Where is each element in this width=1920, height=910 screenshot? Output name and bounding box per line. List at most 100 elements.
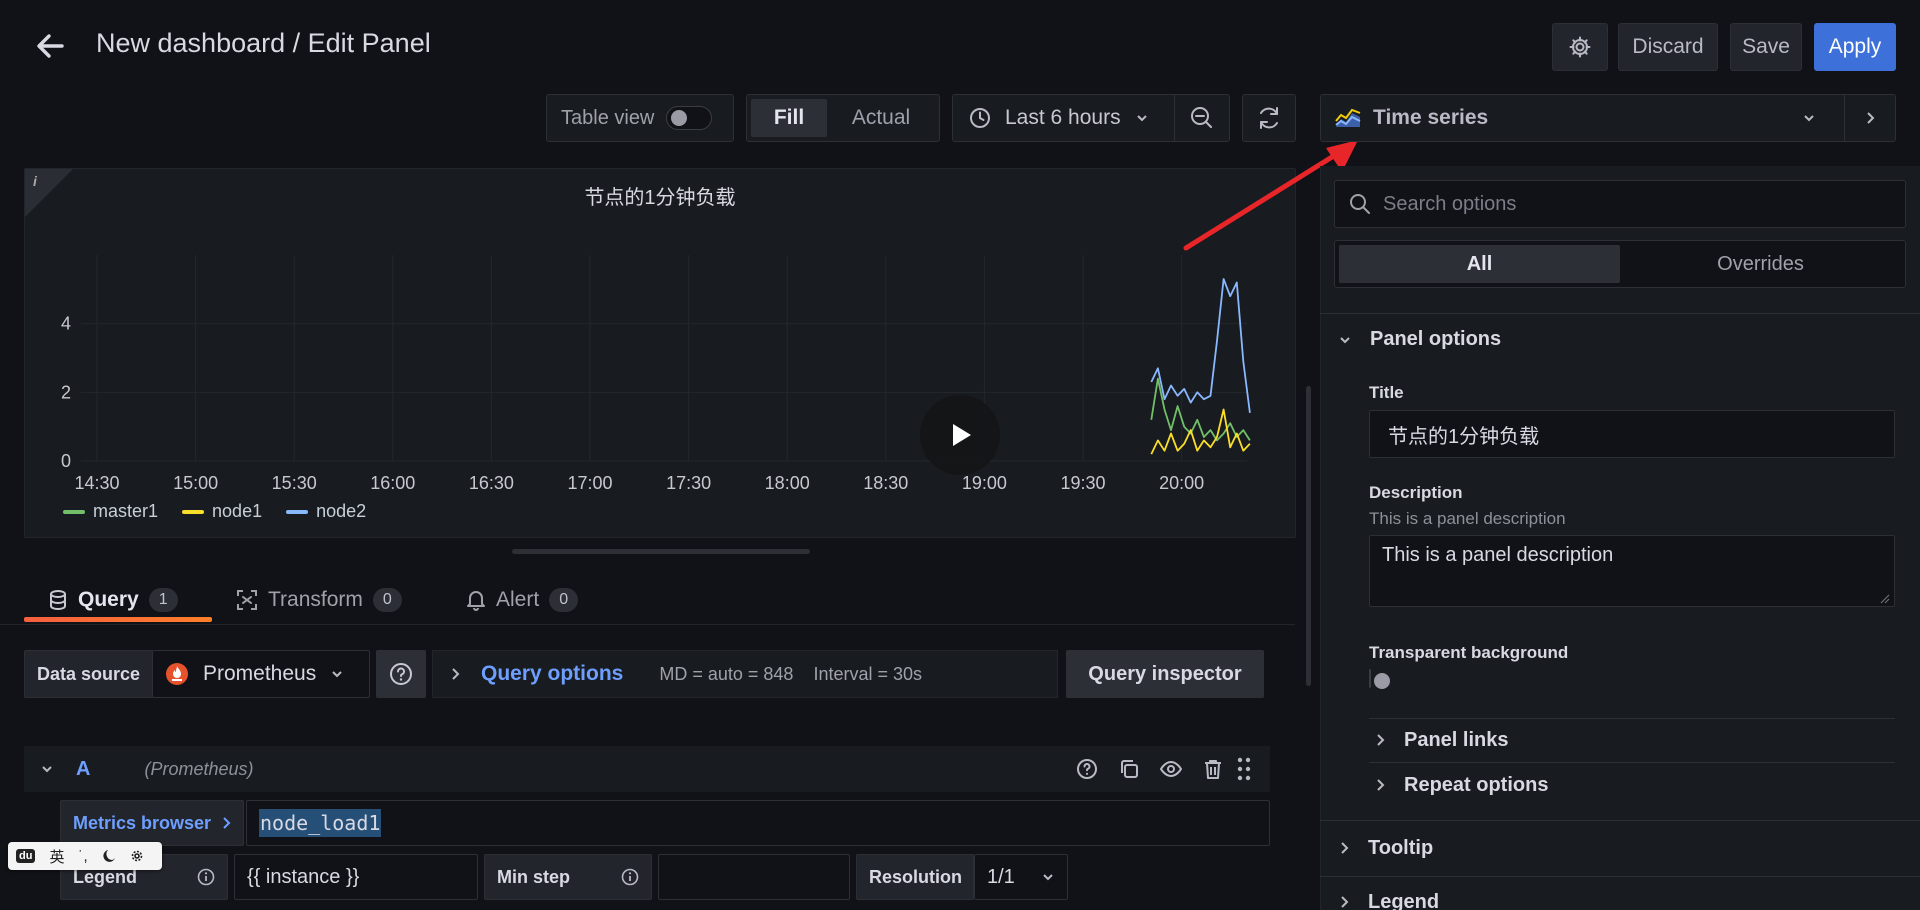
min-step-input[interactable] <box>658 854 850 900</box>
apply-button[interactable]: Apply <box>1814 23 1896 71</box>
repeat-options-section[interactable]: Repeat options <box>1374 773 1548 797</box>
datasource-value: Prometheus <box>203 662 317 685</box>
x-tick-label: 16:00 <box>370 473 415 493</box>
moon-icon[interactable] <box>102 849 116 863</box>
eye-icon[interactable] <box>1160 758 1182 780</box>
bell-icon <box>467 591 485 611</box>
legend-swatch <box>63 509 85 514</box>
search-options-input[interactable]: Search options <box>1334 180 1906 228</box>
all-options-tab[interactable]: All <box>1339 245 1620 283</box>
query-inspector-button[interactable]: Query inspector <box>1066 650 1264 698</box>
help-icon[interactable] <box>1076 758 1098 780</box>
tab-transform[interactable]: Transform 0 <box>236 580 402 620</box>
actual-option[interactable]: Actual <box>827 99 935 137</box>
discard-button[interactable]: Discard <box>1618 23 1718 71</box>
legend-item-node1[interactable]: node1 <box>182 501 262 522</box>
legend-label: node1 <box>212 501 263 521</box>
panel-resize-handle[interactable] <box>512 549 810 554</box>
datasource-select[interactable]: Prometheus <box>152 650 370 698</box>
clock-icon <box>970 108 990 128</box>
gear-icon[interactable] <box>130 849 144 863</box>
back-button[interactable] <box>28 24 72 68</box>
legend-section[interactable]: Legend <box>1338 890 1439 910</box>
resolution-select[interactable]: 1/1 <box>974 854 1068 900</box>
resize-grip-icon <box>1880 594 1890 604</box>
drag-handle-icon[interactable] <box>1236 756 1252 782</box>
panel-links-section[interactable]: Panel links <box>1374 728 1509 752</box>
resolution-value: 1/1 <box>987 865 1015 888</box>
transparent-bg-label: Transparent background <box>1369 643 1569 662</box>
tab-transform-label: Transform <box>268 588 363 611</box>
chevron-right-icon <box>1341 842 1349 854</box>
chevron-down-icon[interactable] <box>40 762 54 776</box>
collapse-options-button[interactable] <box>1845 95 1895 141</box>
legend-item-master1[interactable]: master1 <box>63 501 158 522</box>
play-button[interactable] <box>920 395 1000 475</box>
copy-icon[interactable] <box>1118 758 1140 780</box>
tooltip-label: Tooltip <box>1368 836 1434 859</box>
query-row-letter[interactable]: A <box>76 758 90 781</box>
settings-button[interactable] <box>1552 23 1608 71</box>
panel-options-section[interactable]: Panel options <box>1338 328 1501 351</box>
query-options-label[interactable]: Query options <box>481 662 623 686</box>
description-option-label: Description <box>1369 483 1463 502</box>
divider <box>1320 820 1920 821</box>
divider <box>1320 313 1920 314</box>
x-tick-label: 17:00 <box>567 473 612 493</box>
legend-label: master1 <box>93 501 159 521</box>
prometheus-icon <box>166 663 188 685</box>
chart-legend: master1 node1 node2 <box>63 501 366 522</box>
ime-logo[interactable]: du <box>16 849 36 863</box>
overrides-tab[interactable]: Overrides <box>1620 245 1901 283</box>
legend-item-node2[interactable]: node2 <box>286 501 366 522</box>
fill-option[interactable]: Fill <box>751 99 827 137</box>
panel-description-textarea[interactable]: This is a panel description <box>1369 535 1895 607</box>
fill-actual-radio: Fill Actual <box>746 94 940 142</box>
trash-icon[interactable] <box>1202 758 1224 780</box>
datasource-help-button[interactable] <box>376 650 426 698</box>
options-filter-radio: All Overrides <box>1334 240 1906 288</box>
table-view-label: Table view <box>561 106 655 129</box>
repeat-options-label: Repeat options <box>1404 773 1549 796</box>
ime-language[interactable]: 英 <box>49 846 64 867</box>
ime-punctuation[interactable]: ˙, <box>78 848 87 865</box>
tab-alert-label: Alert <box>496 588 540 611</box>
legend-format-input[interactable]: {{ instance }} <box>234 854 478 900</box>
save-button[interactable]: Save <box>1730 23 1802 71</box>
promql-expression-input[interactable]: node_load1 <box>246 800 1270 846</box>
x-tick-label: 18:30 <box>863 473 908 493</box>
tooltip-section[interactable]: Tooltip <box>1338 836 1433 860</box>
transparent-bg-switch[interactable] <box>1369 669 1371 688</box>
arrow-left-icon <box>37 34 64 58</box>
visualization-label: Time series <box>1373 106 1489 129</box>
gear-icon <box>1569 36 1591 58</box>
min-step-field-label: Min step <box>484 854 652 900</box>
x-tick-label: 19:00 <box>962 473 1007 493</box>
table-view-switch[interactable] <box>666 106 713 130</box>
tab-query[interactable]: Query 1 <box>48 580 178 620</box>
search-placeholder: Search options <box>1383 192 1517 215</box>
legend-swatch <box>182 509 205 514</box>
info-circle-icon[interactable] <box>197 868 215 886</box>
chevron-right-icon <box>1867 112 1875 124</box>
scrollbar[interactable] <box>1306 386 1311 686</box>
metrics-browser-button[interactable]: Metrics browser <box>60 800 245 846</box>
datasource-label: Data source <box>24 650 154 698</box>
time-series-viz-icon <box>1335 108 1361 127</box>
time-range-label: Last 6 hours <box>1005 106 1121 129</box>
query-row-source: (Prometheus) <box>144 758 254 779</box>
y-tick-label: 2 <box>61 382 71 402</box>
query-options-bar[interactable]: Query options MD = auto = 848 Interval =… <box>432 650 1058 698</box>
panel-preview: i 节点的1分钟负载 14:30 15:00 15:30 16:00 16:30 17:0… <box>24 168 1296 538</box>
divider <box>1369 762 1895 763</box>
time-range-button[interactable]: Last 6 hours <box>953 95 1175 141</box>
promql-expression-text: node_load1 <box>259 809 382 837</box>
chevron-right-icon <box>452 668 460 680</box>
tab-alert[interactable]: Alert 0 <box>466 580 579 620</box>
table-view-toggle-group: Table view <box>546 94 734 142</box>
x-tick-label: 15:30 <box>272 473 317 493</box>
panel-title-input[interactable]: 节点的1分钟负载 <box>1369 410 1895 458</box>
info-circle-icon[interactable] <box>621 868 639 886</box>
transform-icon <box>237 590 257 610</box>
visualization-picker[interactable]: Time series <box>1320 94 1896 142</box>
